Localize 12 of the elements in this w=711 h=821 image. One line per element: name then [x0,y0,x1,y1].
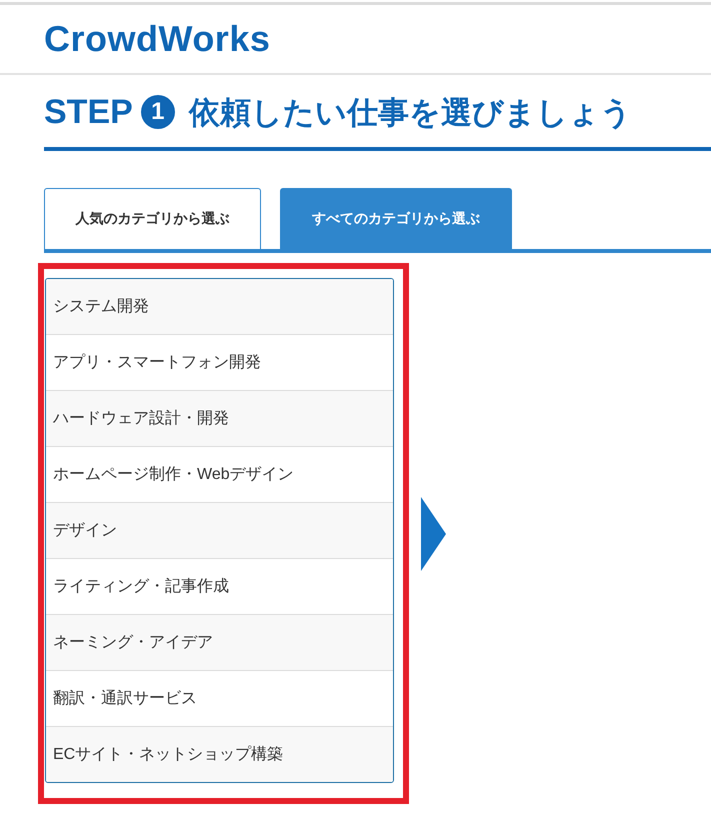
logo[interactable]: CrowdWorks [44,21,270,57]
page-title: 依頼したい仕事を選びましょう [188,96,632,128]
category-tab[interactable]: すべてのカテゴリから選ぶ [280,188,512,249]
category-tab[interactable]: 人気のカテゴリから選ぶ [44,188,261,249]
category-item[interactable]: ハードウェア設計・開発 [46,390,393,446]
right-arrow-icon [421,496,446,570]
step-number: 1 [140,95,175,129]
category-item[interactable]: ネーミング・アイデア [46,614,393,670]
category-item[interactable]: デザイン [46,502,393,558]
category-item[interactable]: ECサイト・ネットショップ構築 [46,726,393,782]
category-item[interactable]: システム開発 [46,279,393,334]
step-label: STEP [44,95,133,129]
